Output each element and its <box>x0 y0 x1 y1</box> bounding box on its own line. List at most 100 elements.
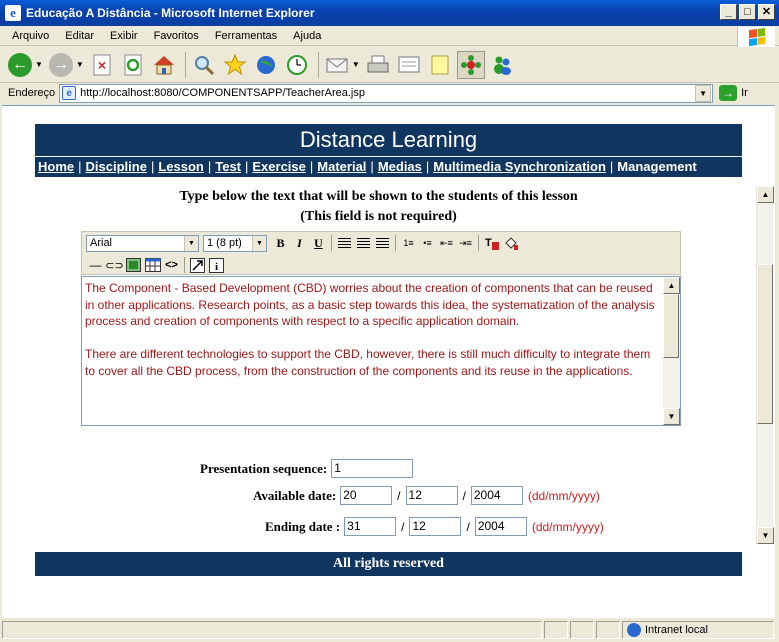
media-globe-icon <box>256 55 275 74</box>
editor-content[interactable]: The Component - Based Development (CBD) … <box>85 280 661 396</box>
text-color-icon: T <box>485 237 499 250</box>
font-size-value: 1 (8 pt) <box>207 237 242 249</box>
ending-day-input[interactable]: 31 <box>344 517 397 536</box>
security-zone[interactable]: Intranet local <box>622 621 774 639</box>
editor-scroll-thumb[interactable] <box>663 294 679 358</box>
menu-ferramentas[interactable]: Ferramentas <box>207 30 285 42</box>
font-family-select[interactable]: Arial ▼ <box>86 234 199 252</box>
horizontal-rule-icon: — <box>89 258 102 272</box>
menu-arquivo[interactable]: Arquivo <box>4 30 57 42</box>
page-viewport: Distance Learning Home | Discipline | Lesson… <box>2 105 775 618</box>
underline-button[interactable]: U <box>309 234 328 253</box>
scroll-up-arrow-icon[interactable]: ▲ <box>757 186 774 203</box>
editor-scrollbar[interactable]: ▲ ▼ <box>663 277 680 425</box>
menu-favoritos[interactable]: Favoritos <box>146 30 207 42</box>
svg-text:T: T <box>485 237 492 249</box>
align-center-button[interactable] <box>354 234 373 253</box>
forward-dropdown-icon[interactable]: ▼ <box>76 60 84 69</box>
align-right-icon <box>376 238 389 248</box>
mail-button[interactable] <box>323 51 351 79</box>
indent-button[interactable]: ⇥≡ <box>456 234 475 253</box>
refresh-button[interactable] <box>119 51 147 79</box>
ordered-list-button[interactable]: 1≡ <box>399 234 418 253</box>
scroll-up-arrow-icon[interactable]: ▲ <box>663 277 680 294</box>
go-button[interactable]: → Ir <box>719 85 748 101</box>
media-button[interactable] <box>252 51 280 79</box>
print-button[interactable] <box>364 51 392 79</box>
outdent-button[interactable]: ⇤≡ <box>437 234 456 253</box>
close-button[interactable]: ✕ <box>758 4 775 20</box>
ending-year-input[interactable]: 2004 <box>474 517 527 536</box>
nav-test[interactable]: Test <box>215 159 241 174</box>
nav-exercise[interactable]: Exercise <box>252 159 306 174</box>
instruction-subheading: (This field is not required) <box>300 209 457 224</box>
page-scrollbar[interactable]: ▲ ▼ <box>756 186 774 544</box>
back-dropdown-icon[interactable]: ▼ <box>35 60 43 69</box>
about-button[interactable]: i <box>207 256 226 275</box>
editor-separator <box>184 257 185 273</box>
window-title: Educação A Distância - Microsoft Interne… <box>26 6 315 20</box>
svg-text:×: × <box>98 57 106 73</box>
address-input[interactable]: e http://localhost:8080/COMPONENTSAPP/Te… <box>59 83 714 103</box>
status-cell <box>544 621 568 639</box>
maximize-button[interactable]: □ <box>739 4 756 20</box>
available-year-input[interactable]: 2004 <box>470 486 523 505</box>
back-button[interactable]: ← <box>6 51 34 79</box>
nav-material[interactable]: Material <box>317 159 366 174</box>
table-icon <box>144 258 161 272</box>
menu-exibir[interactable]: Exibir <box>102 30 146 42</box>
source-code-button[interactable]: <> <box>162 256 181 275</box>
history-button[interactable] <box>283 51 311 79</box>
available-day-input[interactable]: 20 <box>340 486 393 505</box>
nav-lesson[interactable]: Lesson <box>158 159 204 174</box>
minimize-button[interactable]: _ <box>720 4 737 20</box>
table-button[interactable] <box>143 256 162 275</box>
editor-separator <box>478 235 479 251</box>
horizontal-rule-button[interactable]: — <box>86 256 105 275</box>
presentation-input[interactable]: 1 <box>331 459 414 478</box>
date-format-hint: (dd/mm/yyyy) <box>527 488 600 503</box>
fullscreen-button[interactable] <box>188 256 207 275</box>
discuss-button[interactable] <box>426 51 454 79</box>
nav-medias[interactable]: Medias <box>378 159 422 174</box>
forward-button[interactable]: → <box>47 51 75 79</box>
rich-text-editor[interactable]: The Component - Based Development (CBD) … <box>81 276 681 426</box>
image-button[interactable] <box>124 256 143 275</box>
scroll-down-arrow-icon[interactable]: ▼ <box>757 527 774 544</box>
unordered-list-button[interactable]: •≡ <box>418 234 437 253</box>
nav-multimedia-sync[interactable]: Multimedia Synchronization <box>433 159 606 174</box>
favorites-button[interactable] <box>221 51 249 79</box>
address-dropdown-icon[interactable]: ▼ <box>695 84 712 102</box>
status-bar: Intranet local <box>0 618 779 642</box>
mail-icon <box>326 58 348 72</box>
bold-button[interactable]: B <box>271 234 290 253</box>
menu-bar: Arquivo Editar Exibir Favoritos Ferramen… <box>0 26 779 47</box>
ending-month-input[interactable]: 12 <box>409 517 462 536</box>
info-icon: i <box>209 257 224 273</box>
align-left-button[interactable] <box>335 234 354 253</box>
nav-home[interactable]: Home <box>38 159 74 174</box>
available-month-input[interactable]: 12 <box>405 486 458 505</box>
font-size-select[interactable]: 1 (8 pt) ▼ <box>203 234 267 252</box>
stop-button[interactable]: × <box>88 51 116 79</box>
instruction-heading: Type below the text that will be shown t… <box>179 189 578 204</box>
search-button[interactable] <box>190 51 218 79</box>
italic-button[interactable]: I <box>290 234 309 253</box>
align-right-button[interactable] <box>373 234 392 253</box>
unordered-list-icon: •≡ <box>423 238 432 248</box>
background-color-button[interactable] <box>501 234 520 253</box>
menu-ajuda[interactable]: Ajuda <box>285 30 329 42</box>
mail-dropdown-icon[interactable]: ▼ <box>352 60 360 69</box>
edit-button[interactable] <box>395 51 423 79</box>
date-slash: / <box>401 519 405 534</box>
nav-discipline[interactable]: Discipline <box>86 159 147 174</box>
menu-editar[interactable]: Editar <box>57 30 102 42</box>
scroll-down-arrow-icon[interactable]: ▼ <box>663 408 680 425</box>
messenger-button[interactable] <box>488 51 516 79</box>
text-color-button[interactable]: T <box>482 234 501 253</box>
zone-label: Intranet local <box>645 624 708 636</box>
research-button[interactable] <box>456 50 485 79</box>
home-button[interactable] <box>150 51 178 79</box>
page-scroll-thumb[interactable] <box>757 264 773 424</box>
link-button[interactable]: ⊂⊃ <box>105 256 124 275</box>
